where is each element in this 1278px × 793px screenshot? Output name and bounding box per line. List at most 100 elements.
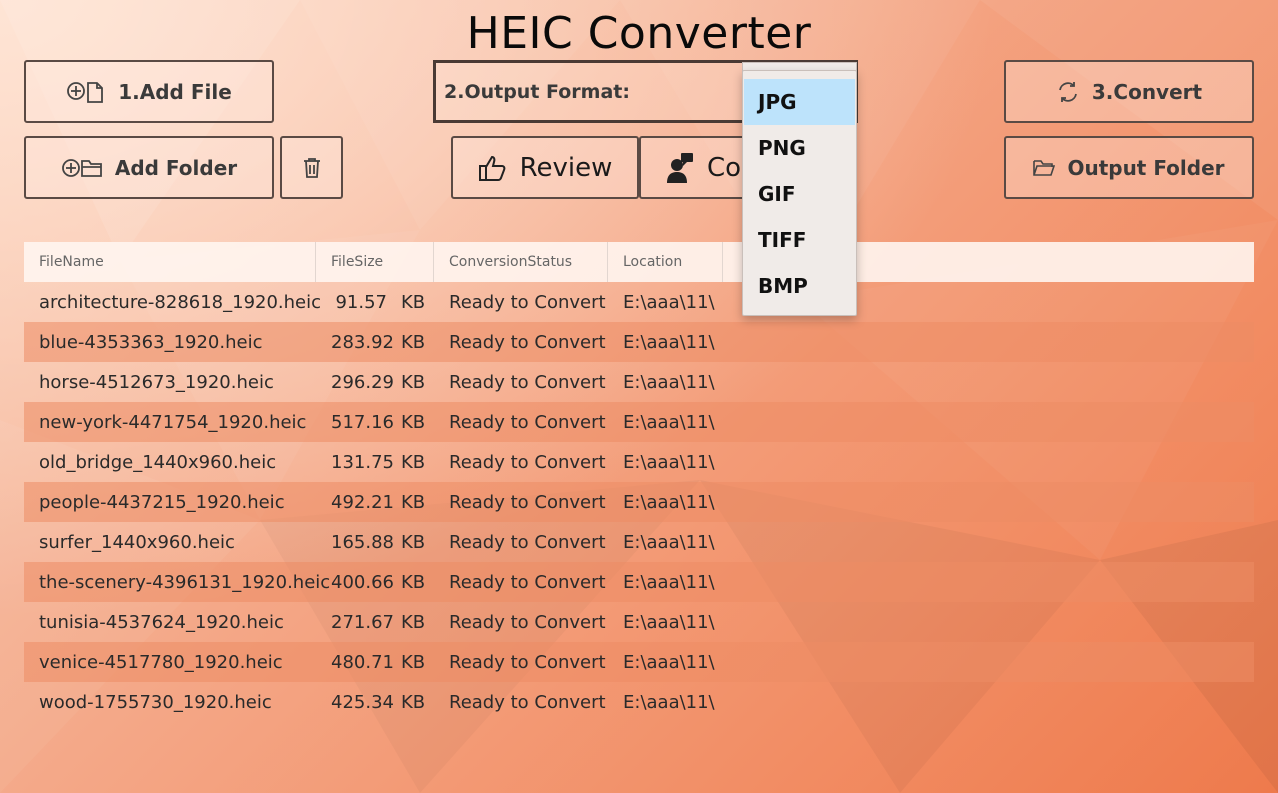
cell-filesize: 131.75 KB bbox=[316, 442, 434, 482]
filesize-unit: KB bbox=[401, 491, 426, 513]
add-file-button[interactable]: 1.Add File bbox=[24, 60, 274, 123]
cell-filesize: 91.57 KB bbox=[316, 282, 434, 322]
cell-filename: venice-4517780_1920.heic bbox=[39, 651, 283, 673]
table-row[interactable]: new-york-4471754_1920.heic 517.16 KB Ready … bbox=[24, 402, 1254, 442]
table-row[interactable]: old_bridge_1440x960.heic 131.75 KB Ready to… bbox=[24, 442, 1254, 482]
cell-status: Ready to Convert bbox=[449, 651, 606, 673]
filesize-value: 400.66 bbox=[331, 571, 394, 593]
cell-status: Ready to Convert bbox=[449, 611, 606, 633]
column-header-filename[interactable]: FileName bbox=[24, 242, 316, 282]
column-header-status[interactable]: ConversionStatus bbox=[434, 242, 608, 282]
filesize-value: 296.29 bbox=[331, 371, 394, 393]
filesize-unit: KB bbox=[401, 651, 426, 673]
filesize-value: 480.71 bbox=[331, 651, 394, 673]
output-format-label: 2.Output Format: bbox=[444, 81, 630, 103]
cell-filename: new-york-4471754_1920.heic bbox=[39, 411, 307, 433]
column-header-location[interactable]: Location bbox=[608, 242, 723, 282]
cell-filename: the-scenery-4396131_1920.heic bbox=[39, 571, 331, 593]
filesize-unit: KB bbox=[401, 291, 426, 313]
output-folder-label: Output Folder bbox=[1067, 155, 1225, 180]
filesize-value: 425.34 bbox=[331, 691, 394, 713]
table-row[interactable]: the-scenery-4396131_1920.heic 400.66 KB Rea… bbox=[24, 562, 1254, 602]
cell-location: E:\aaa\11\ bbox=[623, 491, 715, 513]
format-option-png[interactable]: PNG bbox=[744, 125, 855, 171]
add-file-label: 1.Add File bbox=[118, 79, 232, 104]
delete-button[interactable] bbox=[280, 136, 343, 199]
format-option-bmp[interactable]: BMP bbox=[744, 263, 855, 309]
cell-status: Ready to Convert bbox=[449, 331, 606, 353]
trash-icon bbox=[303, 157, 321, 179]
cell-location: E:\aaa\11\ bbox=[623, 691, 715, 713]
file-table: FileName FileSize ConversionStatus Locat… bbox=[24, 242, 1254, 722]
table-row[interactable]: tunisia-4537624_1920.heic 271.67 KB Ready t… bbox=[24, 602, 1254, 642]
filesize-unit: KB bbox=[401, 571, 426, 593]
folder-open-icon bbox=[1033, 159, 1056, 177]
comment-label: Co bbox=[707, 152, 742, 183]
cell-status: Ready to Convert bbox=[449, 491, 606, 513]
table-row[interactable]: people-4437215_1920.heic 492.21 KB Ready to… bbox=[24, 482, 1254, 522]
filesize-value: 165.88 bbox=[331, 531, 394, 553]
filesize-unit: KB bbox=[401, 611, 426, 633]
filesize-unit: KB bbox=[401, 331, 426, 353]
cell-location: E:\aaa\11\ bbox=[623, 331, 715, 353]
table-row[interactable]: surfer_1440x960.heic 165.88 KB Ready to Con… bbox=[24, 522, 1254, 562]
refresh-icon bbox=[1056, 80, 1080, 104]
cell-location: E:\aaa\11\ bbox=[623, 531, 715, 553]
filesize-value: 91.57 bbox=[335, 291, 387, 313]
filesize-value: 517.16 bbox=[331, 411, 394, 433]
format-option-jpg[interactable]: JPG bbox=[744, 79, 855, 125]
filesize-unit: KB bbox=[401, 531, 426, 553]
cell-filename: tunisia-4537624_1920.heic bbox=[39, 611, 284, 633]
cell-filename: old_bridge_1440x960.heic bbox=[39, 451, 277, 473]
cell-filesize: 400.66 KB bbox=[316, 562, 434, 602]
thumbs-up-icon bbox=[478, 154, 508, 182]
cell-filesize: 492.21 KB bbox=[316, 482, 434, 522]
cell-filename: horse-4512673_1920.heic bbox=[39, 371, 274, 393]
filesize-unit: KB bbox=[401, 451, 426, 473]
cell-location: E:\aaa\11\ bbox=[623, 291, 715, 313]
cell-location: E:\aaa\11\ bbox=[623, 571, 715, 593]
cell-location: E:\aaa\11\ bbox=[623, 611, 715, 633]
cell-filesize: 480.71 KB bbox=[316, 642, 434, 682]
cell-location: E:\aaa\11\ bbox=[623, 651, 715, 673]
table-body: architecture-828618_1920.heic 91.57 KB Read… bbox=[24, 282, 1254, 722]
cell-filesize: 165.88 KB bbox=[316, 522, 434, 562]
table-row[interactable]: horse-4512673_1920.heic 296.29 KB Ready to … bbox=[24, 362, 1254, 402]
output-folder-button[interactable]: Output Folder bbox=[1004, 136, 1254, 199]
filesize-value: 131.75 bbox=[331, 451, 394, 473]
table-row[interactable]: wood-1755730_1920.heic 425.34 KB Ready to C… bbox=[24, 682, 1254, 722]
add-file-icon bbox=[66, 80, 106, 104]
convert-label: 3.Convert bbox=[1091, 79, 1203, 104]
cell-status: Ready to Convert bbox=[449, 371, 606, 393]
table-row[interactable]: venice-4517780_1920.heic 480.71 KB Ready to… bbox=[24, 642, 1254, 682]
review-button[interactable]: Review bbox=[451, 136, 639, 199]
cell-filesize: 517.16 KB bbox=[316, 402, 434, 442]
filesize-value: 283.92 bbox=[331, 331, 394, 353]
add-folder-label: Add Folder bbox=[114, 155, 238, 180]
cell-filename: surfer_1440x960.heic bbox=[39, 531, 235, 553]
filesize-value: 271.67 bbox=[331, 611, 394, 633]
cell-status: Ready to Convert bbox=[449, 531, 606, 553]
add-folder-button[interactable]: Add Folder bbox=[24, 136, 274, 199]
table-row[interactable]: architecture-828618_1920.heic 91.57 KB Read… bbox=[24, 282, 1254, 322]
filesize-unit: KB bbox=[401, 371, 426, 393]
table-header: FileName FileSize ConversionStatus Locat… bbox=[24, 242, 1254, 282]
table-row[interactable]: blue-4353363_1920.heic 283.92 KB Ready to C… bbox=[24, 322, 1254, 362]
app-title: HEIC Converter bbox=[466, 8, 812, 59]
format-dropdown-list: JPG PNG GIF TIFF BMP bbox=[742, 70, 857, 316]
cell-filename: people-4437215_1920.heic bbox=[39, 491, 285, 513]
cell-filesize: 283.92 KB bbox=[316, 322, 434, 362]
cell-filename: wood-1755730_1920.heic bbox=[39, 691, 272, 713]
cell-location: E:\aaa\11\ bbox=[623, 451, 715, 473]
filesize-unit: KB bbox=[401, 411, 426, 433]
cell-filesize: 271.67 KB bbox=[316, 602, 434, 642]
format-option-tiff[interactable]: TIFF bbox=[744, 217, 855, 263]
cell-filesize: 425.34 KB bbox=[316, 682, 434, 722]
column-header-filesize[interactable]: FileSize bbox=[316, 242, 434, 282]
cell-status: Ready to Convert bbox=[449, 451, 606, 473]
user-comment-icon bbox=[667, 152, 695, 183]
cell-filename: architecture-828618_1920.heic bbox=[39, 291, 322, 313]
convert-button[interactable]: 3.Convert bbox=[1004, 60, 1254, 123]
review-label: Review bbox=[519, 152, 613, 183]
format-option-gif[interactable]: GIF bbox=[744, 171, 855, 217]
